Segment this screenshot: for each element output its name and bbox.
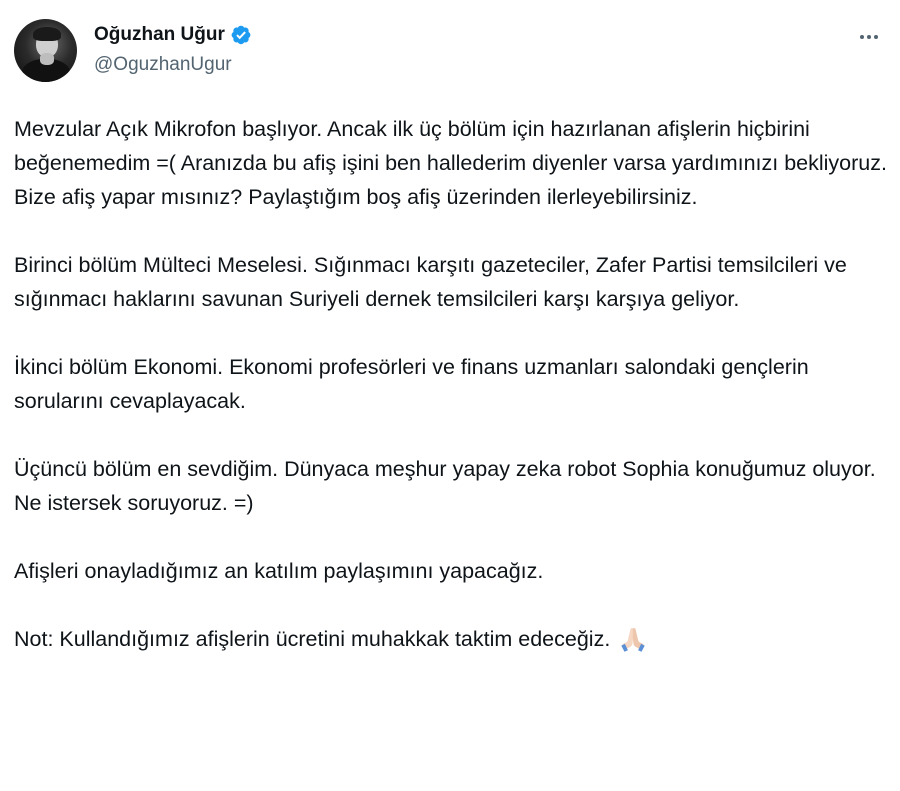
- author-display-name[interactable]: Oğuzhan Uğur: [94, 24, 225, 46]
- more-dot-icon: [874, 35, 878, 39]
- verified-badge-icon: [231, 25, 251, 45]
- more-dot-icon: [867, 35, 871, 39]
- tweet-paragraph-last: Not: Kullandığımız afişlerin ücretini mu…: [14, 622, 890, 656]
- tweet-paragraph: Üçüncü bölüm en sevdiğim. Dünyaca meşhur…: [14, 457, 876, 515]
- more-dot-icon: [860, 35, 864, 39]
- folded-hands-emoji-icon: [621, 628, 645, 653]
- tweet-header: Oğuzhan Uğur @OguzhanUgur: [14, 16, 886, 86]
- tweet-paragraph-text: Not: Kullandığımız afişlerin ücretini mu…: [14, 627, 611, 651]
- author-name-row[interactable]: Oğuzhan Uğur: [94, 22, 252, 48]
- tweet-card: Oğuzhan Uğur @OguzhanUgur Mevzular Açık …: [0, 0, 900, 791]
- tweet-paragraph: İkinci bölüm Ekonomi. Ekonomi profesörle…: [14, 355, 809, 413]
- author-handle[interactable]: @OguzhanUgur: [94, 54, 232, 76]
- tweet-paragraph: Afişleri onayladığımız an katılım paylaş…: [14, 559, 544, 583]
- avatar-hand-shape: [40, 53, 54, 65]
- tweet-paragraph: Mevzular Açık Mikrofon başlıyor. Ancak i…: [14, 117, 887, 209]
- tweet-paragraph: Birinci bölüm Mülteci Meselesi. Sığınmac…: [14, 253, 847, 311]
- tweet-text: Mevzular Açık Mikrofon başlıyor. Ancak i…: [14, 112, 890, 656]
- avatar[interactable]: [14, 19, 77, 82]
- more-options-button[interactable]: [852, 20, 886, 54]
- avatar-hair-shape: [33, 27, 61, 41]
